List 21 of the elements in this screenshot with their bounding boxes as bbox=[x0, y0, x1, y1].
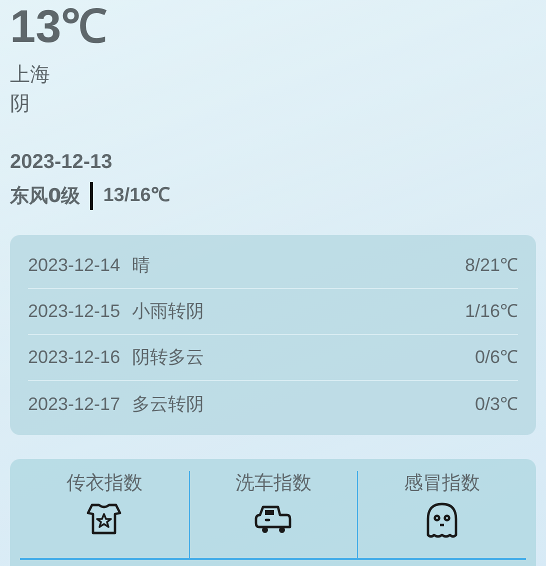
forecast-date: 2023-12-16 bbox=[28, 346, 120, 369]
forecast-date: 2023-12-15 bbox=[28, 300, 120, 323]
forecast-condition: 阴转多云 bbox=[132, 346, 204, 370]
temperature-range: 13/16℃ bbox=[103, 184, 170, 208]
forecast-range: 1/16℃ bbox=[464, 300, 518, 323]
index-label: 传衣指数 bbox=[66, 471, 142, 495]
forecast-range: 0/6℃ bbox=[474, 346, 518, 369]
forecast-range: 0/3℃ bbox=[474, 392, 518, 416]
weather-condition: 阴 bbox=[10, 90, 30, 117]
current-date: 2023-12-13 bbox=[10, 150, 112, 175]
current-temperature: 13℃ bbox=[10, 2, 108, 50]
forecast-range: 8/21℃ bbox=[464, 254, 518, 277]
index-label: 感冒指数 bbox=[404, 471, 480, 495]
city-name: 上海 bbox=[10, 61, 50, 88]
forecast-date: 2023-12-17 bbox=[28, 392, 120, 416]
wind-info: 东风0级 bbox=[10, 184, 80, 209]
forecast-condition: 多云转阴 bbox=[132, 392, 204, 416]
forecast-condition: 晴 bbox=[132, 254, 150, 278]
index-label: 洗车指数 bbox=[235, 471, 312, 495]
forecast-condition: 小雨转阴 bbox=[132, 300, 204, 324]
forecast-date: 2023-12-14 bbox=[28, 254, 120, 277]
